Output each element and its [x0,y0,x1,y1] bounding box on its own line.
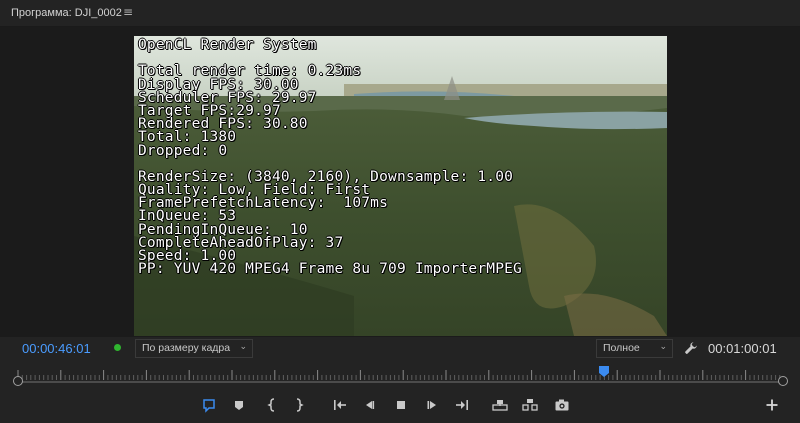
overlay-line: PP: YUV 420 MPEG4 Frame 8u 709 ImporterM… [138,261,522,278]
monitor-controls-row: 00:00:46:01 По размеру кадра ⌄ Полное ⌄ … [0,338,800,360]
transport-controls [0,395,800,415]
stop-icon[interactable] [391,395,411,415]
wrench-settings-icon[interactable] [684,340,698,359]
program-monitor-viewer: OpenCL Render System Total render time: … [0,27,800,337]
video-frame: OpenCL Render System Total render time: … [134,36,667,336]
export-frame-icon[interactable] [552,395,572,415]
extract-icon[interactable] [520,395,540,415]
step-forward-icon[interactable] [422,395,442,415]
overlay-line: Dropped: 0 [138,142,228,159]
duration-timecode: 00:01:00:01 [708,341,777,356]
zoom-scrollbar[interactable] [18,381,783,383]
panel-header: Программа: DJI_0002 ≡ [0,0,800,27]
chevron-down-icon: ⌄ [659,341,667,351]
chevron-down-icon: ⌄ [239,341,247,351]
mark-in-icon[interactable] [262,395,282,415]
panel-title[interactable]: Программа: DJI_0002 [11,7,122,19]
scrollbar-right-handle[interactable] [778,376,788,386]
go-to-out-icon[interactable] [452,395,472,415]
marker-icon[interactable] [229,395,249,415]
go-to-in-icon[interactable] [330,395,350,415]
overlay-line: OpenCL Render System [138,37,317,53]
render-stats-overlay: OpenCL Render System Total render time: … [138,37,522,278]
ruler-ticks [17,370,781,380]
playhead-icon[interactable] [599,366,609,377]
zoom-level-select[interactable]: По размеру кадра ⌄ [135,339,253,358]
lift-icon[interactable] [490,395,510,415]
mark-out-icon[interactable] [289,395,309,415]
time-ruler[interactable] [0,362,800,382]
hamburger-menu-icon[interactable]: ≡ [123,5,133,19]
playback-resolution-value: Полное [603,342,640,354]
add-marker-icon[interactable] [199,395,219,415]
status-indicator-dot [114,344,121,351]
add-button-icon[interactable] [762,395,782,415]
step-back-icon[interactable] [360,395,380,415]
current-timecode[interactable]: 00:00:46:01 [22,341,91,356]
playback-resolution-select[interactable]: Полное ⌄ [596,339,673,358]
scrollbar-left-handle[interactable] [13,376,23,386]
zoom-level-value: По размеру кадра [142,342,231,354]
